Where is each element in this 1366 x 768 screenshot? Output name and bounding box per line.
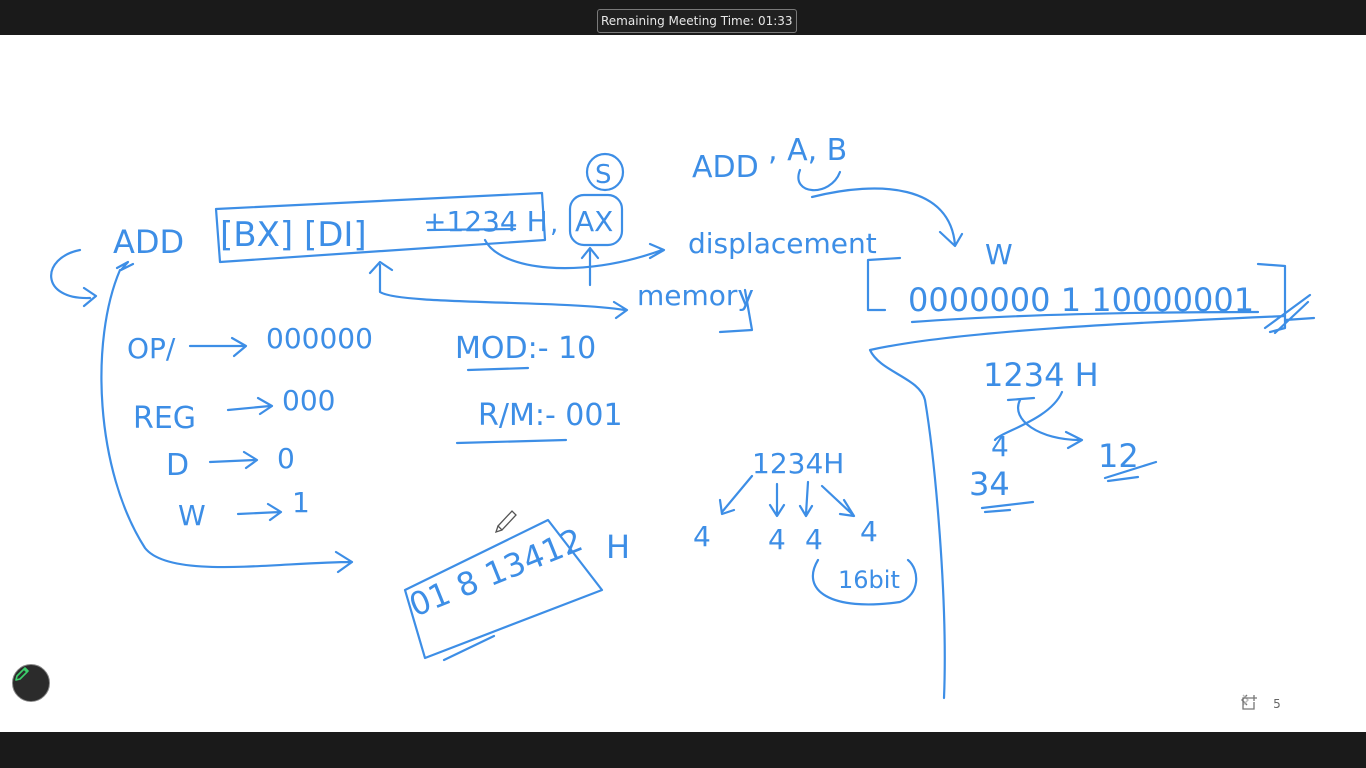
split-arrow-4	[820, 484, 856, 518]
result-hex-suffix: H	[606, 528, 630, 566]
displacement-underline	[426, 227, 517, 232]
result-hex: 01 8 13412	[404, 521, 588, 625]
field-d-value: 0	[277, 442, 295, 475]
split-digit-4: 4	[860, 515, 878, 548]
field-reg-value: 000	[282, 384, 335, 417]
split-arrow-1	[718, 474, 754, 516]
memory-label: memory	[637, 279, 754, 312]
field-w: W	[178, 499, 206, 532]
displacement-value: +1234 H	[423, 205, 548, 238]
page-navigator: 5	[1240, 694, 1346, 714]
second-loop	[797, 168, 842, 192]
rm-field: R/M:- 001	[478, 398, 623, 433]
field-reg: REG	[133, 401, 196, 436]
edit-pencil-button[interactable]	[12, 664, 50, 702]
tick-mark	[115, 260, 135, 272]
page-number: 5	[1273, 697, 1281, 711]
register-operand: AX	[575, 205, 613, 238]
strike-marks	[1263, 293, 1316, 335]
field-op: OP/	[127, 332, 176, 365]
bottom-bar	[0, 732, 1366, 768]
field-w-value: 1	[292, 486, 310, 519]
second-operands: , A, B	[768, 133, 847, 168]
op-arrow	[188, 336, 248, 358]
add-page-icon	[1242, 695, 1257, 710]
split-note: 16bit	[838, 566, 900, 594]
w-mark-label: W	[985, 238, 1013, 271]
reg-arrow	[226, 396, 274, 416]
swap-low-digit: 4	[991, 430, 1009, 463]
split-digit-3: 4	[805, 523, 823, 556]
mod-field: MOD:- 10	[455, 331, 596, 366]
w-arrow	[236, 502, 283, 522]
memory-operand: [BX] [DI]	[220, 215, 367, 255]
remaining-meeting-time: Remaining Meeting Time: 01:33	[597, 9, 797, 33]
field-op-value: 000000	[266, 322, 373, 355]
field-d: D	[166, 448, 189, 483]
next-page-button[interactable]	[1242, 694, 1314, 714]
split-arrow-3	[798, 480, 814, 518]
displacement-arrow	[483, 238, 666, 270]
bracket-right	[1256, 262, 1287, 334]
whiteboard-canvas[interactable]: ADD [BX] [DI] +1234 H , AX S ADD , A, B …	[0, 35, 1366, 732]
pen-cursor-icon	[494, 510, 517, 534]
meeting-top-bar: Remaining Meeting Time: 01:33	[0, 0, 1366, 35]
memory-arrow	[368, 260, 629, 320]
operand-separator: ,	[550, 209, 558, 239]
add-page-button[interactable]	[1242, 694, 1346, 714]
low-byte-underline	[980, 500, 1035, 514]
bracket-left	[866, 256, 902, 312]
pencil-icon	[15, 667, 29, 681]
d-arrow	[208, 450, 259, 470]
swap-value: 1234 H	[983, 356, 1099, 394]
loop-arrow	[50, 248, 98, 308]
swap-low-byte: 34	[969, 465, 1010, 503]
swap-arrow	[1006, 396, 1084, 450]
source-mark: S	[595, 160, 612, 190]
mod-underline	[466, 366, 530, 372]
split-arrow-2	[768, 482, 786, 518]
split-value: 1234H	[752, 447, 844, 480]
split-digit-2: 4	[768, 523, 786, 556]
instruction-mnemonic: ADD	[113, 223, 184, 261]
whiteboard-drawing: ADD [BX] [DI] +1234 H , AX S ADD , A, B …	[50, 133, 1316, 700]
split-digit-1: 4	[693, 520, 711, 553]
rm-underline	[455, 438, 568, 445]
displacement-label: displacement	[688, 227, 877, 260]
second-mnemonic: ADD	[692, 150, 759, 185]
